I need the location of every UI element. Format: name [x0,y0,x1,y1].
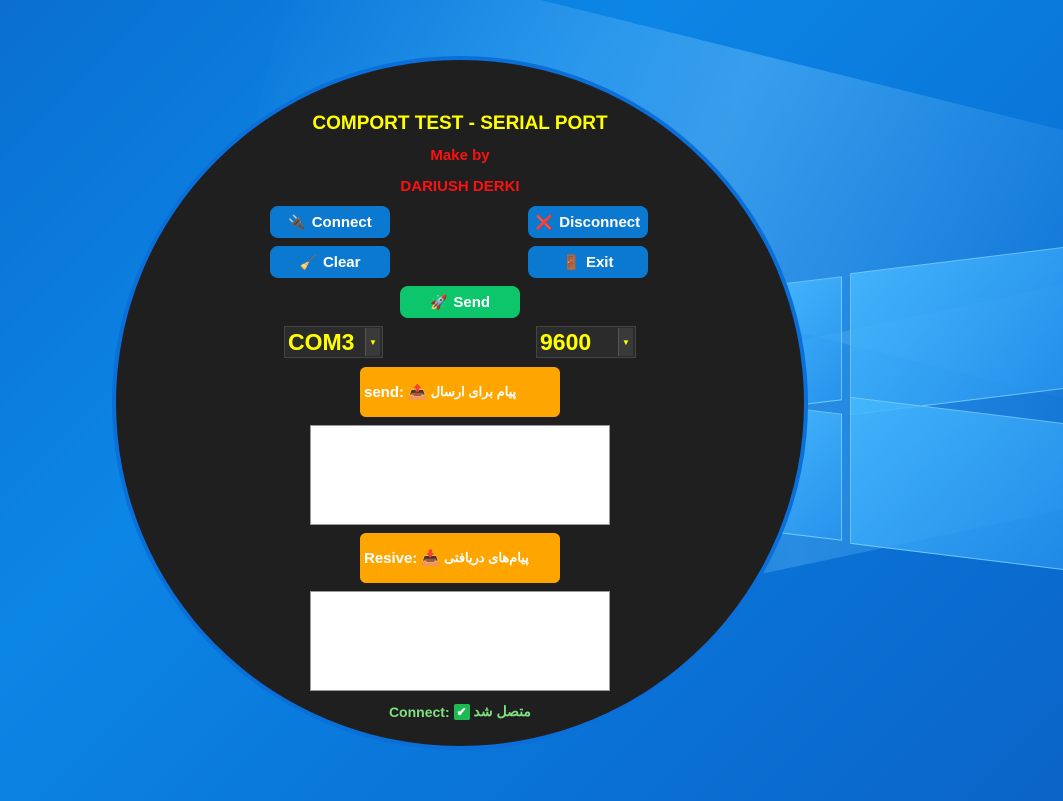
inbox-tray-icon: 📥 [421,550,441,567]
disconnect-button[interactable]: ❌ Disconnect [528,206,648,238]
send-button-label: Send [453,293,491,311]
clear-button-label: Clear [322,253,361,271]
author-name: DARIUSH DERKI [400,178,520,195]
clear-button[interactable]: 🧹 Clear [270,246,390,278]
connection-status: Connect: ✔ متصل شد [160,703,760,720]
windows-logo [780,240,1063,571]
cross-mark-icon: ❌ [535,214,554,230]
disconnect-button-label: Disconnect [559,213,641,231]
receive-label: Resive: 📥 پیام‌های دریافتی [360,533,560,583]
outbox-tray-icon: 📤 [408,384,427,401]
make-by-label: Make by [430,147,490,164]
port-value: COM3 [288,328,355,355]
receive-label-text: پیام‌های دریافتی [444,550,529,565]
check-mark-icon: ✔ [453,703,470,720]
send-message-input[interactable] [310,425,610,525]
send-button[interactable]: 🚀 Send [400,286,520,318]
send-label-text: پیام برای ارسال [430,384,517,399]
exit-button[interactable]: 🚪 Exit [528,246,648,278]
windows-logo-pane [850,396,1063,571]
dropdown-arrow-icon[interactable]: ▼ [365,328,380,356]
broom-icon: 🧹 [299,254,317,270]
app-title: COMPORT TEST - SERIAL PORT [312,113,608,134]
rocket-icon: 🚀 [429,294,448,310]
receive-label-prefix: Resive: [364,549,418,567]
plug-icon: 🔌 [288,214,306,230]
connect-button[interactable]: 🔌 Connect [270,206,390,238]
status-prefix: Connect: [388,703,450,720]
baud-rate-value: 9600 [540,328,592,355]
windows-logo-pane [850,246,1063,416]
door-icon: 🚪 [562,254,580,270]
status-text: متصل شد [473,703,532,719]
send-label: send: 📤 پیام برای ارسال [360,367,560,417]
baud-rate-select[interactable]: 9600 ▼ [536,326,636,358]
received-messages-output[interactable] [310,591,610,691]
port-select[interactable]: COM3 ▼ [284,326,383,358]
exit-button-label: Exit [585,253,614,271]
dropdown-arrow-icon[interactable]: ▼ [618,328,633,356]
send-label-prefix: send: [364,383,405,401]
connect-button-label: Connect [311,213,372,231]
